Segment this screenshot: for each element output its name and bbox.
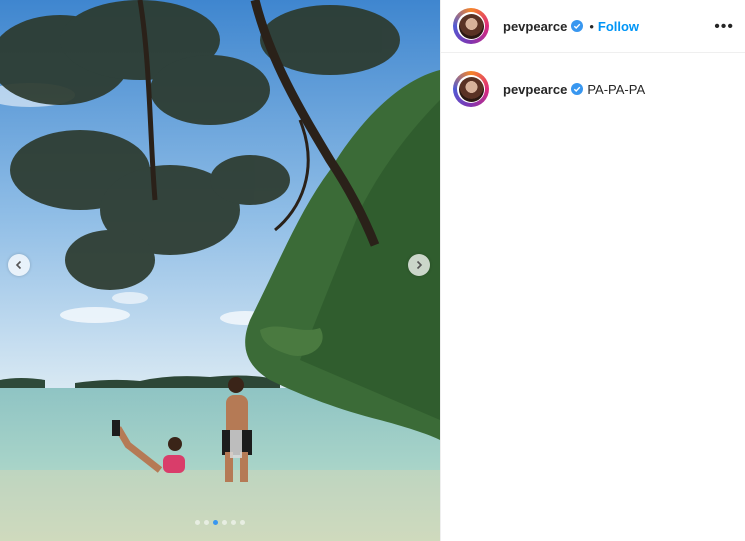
verified-badge-icon: [571, 83, 584, 95]
post-media[interactable]: [0, 0, 440, 541]
next-slide-button[interactable]: [408, 254, 430, 276]
profile-photo: [458, 13, 484, 39]
carousel-dot: [240, 520, 245, 525]
carousel-dot: [231, 520, 236, 525]
post-header: pevpearce • Follow •••: [441, 0, 745, 53]
previous-slide-button[interactable]: [8, 254, 30, 276]
caption-username-link[interactable]: pevpearce: [503, 82, 567, 97]
profile-photo: [458, 76, 484, 102]
carousel-indicator: [0, 520, 440, 525]
carousel-dot: [195, 520, 200, 525]
post-sidebar: pevpearce • Follow ••• pevpearce PA-PA-P…: [440, 0, 745, 541]
chevron-left-icon: [15, 260, 22, 270]
caption-avatar[interactable]: [453, 71, 489, 107]
separator-dot: •: [589, 18, 594, 34]
beach-photo: [0, 0, 440, 541]
carousel-dot: [222, 520, 227, 525]
username-link[interactable]: pevpearce: [503, 19, 567, 34]
carousel-dot: [204, 520, 209, 525]
caption-text: PA-PA-PA: [587, 81, 646, 97]
caption-row: pevpearce PA-PA-PA: [441, 53, 745, 125]
chevron-right-icon: [416, 260, 423, 270]
avatar[interactable]: [453, 8, 489, 44]
follow-button[interactable]: Follow: [598, 19, 639, 34]
carousel-dot-active: [213, 520, 218, 525]
verified-badge-icon: [571, 20, 584, 32]
more-options-icon[interactable]: •••: [714, 18, 734, 36]
